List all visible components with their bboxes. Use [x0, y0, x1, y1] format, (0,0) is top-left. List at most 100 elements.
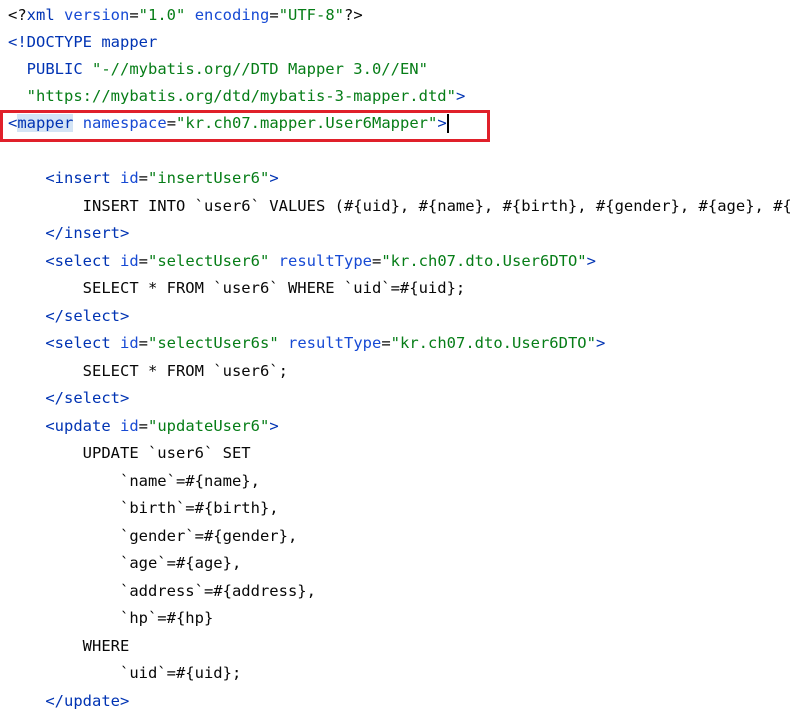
code-line[interactable]: </select>: [8, 303, 129, 330]
code-token: <select: [45, 252, 120, 270]
code-token: =: [138, 252, 148, 270]
code-token: "selectUser6": [148, 252, 270, 270]
code-token: xml: [26, 6, 64, 24]
code-line[interactable]: `hp`=#{hp}: [8, 605, 213, 632]
code-token: >: [595, 334, 606, 352]
code-editor[interactable]: <?xml version="1.0" encoding="UTF-8"?> <!…: [0, 0, 790, 713]
code-token: "insertUser6": [148, 169, 270, 187]
code-token: SELECT * FROM `user6` WHERE `uid`=#{uid}…: [8, 279, 466, 297]
code-token: `name`=#{name},: [8, 472, 260, 490]
code-line[interactable]: </update>: [8, 688, 129, 713]
code-token: >: [455, 87, 466, 105]
code-token: mapper: [17, 114, 74, 132]
code-token: encoding: [194, 6, 270, 24]
code-token: `hp`=#{hp}: [8, 609, 214, 627]
code-token: =: [138, 417, 148, 435]
code-token: WHERE: [8, 637, 130, 655]
code-token: id: [119, 417, 139, 435]
code-token: "updateUser6": [148, 417, 270, 435]
code-token: </select>: [45, 389, 130, 407]
code-token: =: [381, 334, 391, 352]
code-line[interactable]: `age`=#{age},: [8, 550, 241, 577]
code-line[interactable]: SELECT * FROM `user6` WHERE `uid`=#{uid}…: [8, 275, 466, 302]
code-token: </select>: [45, 307, 130, 325]
code-token: "https://mybatis.org/dtd/mybatis-3-mappe…: [26, 87, 456, 105]
code-token: =: [129, 6, 139, 24]
code-token: resultType: [288, 334, 382, 352]
code-token: "selectUser6s": [148, 334, 279, 352]
code-line[interactable]: <mapper namespace="kr.ch07.mapper.User6M…: [8, 110, 449, 137]
code-line[interactable]: UPDATE `user6` SET: [8, 440, 251, 467]
code-line[interactable]: <update id="updateUser6">: [8, 413, 279, 440]
code-token: </update>: [45, 692, 130, 710]
code-token: namespace: [82, 114, 167, 132]
code-token: <!DOCTYPE mapper: [8, 33, 158, 51]
code-token: SELECT * FROM `user6`;: [8, 362, 288, 380]
code-line[interactable]: <?xml version="1.0" encoding="UTF-8"?>: [8, 2, 363, 29]
code-line[interactable]: WHERE: [8, 633, 130, 660]
code-token: version: [64, 6, 130, 24]
code-token: id: [119, 252, 139, 270]
code-line[interactable]: <select id="selectUser6" resultType="kr.…: [8, 248, 596, 275]
code-line[interactable]: `name`=#{name},: [8, 468, 260, 495]
code-token: INSERT INTO `user6` VALUES (#{uid}, #{na…: [82, 197, 790, 215]
code-token: "-//mybatis.org//DTD Mapper 3.0//EN": [92, 60, 428, 78]
code-token: PUBLIC: [8, 60, 92, 78]
code-token: >: [437, 114, 447, 132]
code-line[interactable]: </select>: [8, 385, 129, 412]
text-caret: [446, 114, 449, 133]
code-token: id: [119, 334, 139, 352]
code-line[interactable]: `address`=#{address},: [8, 578, 316, 605]
code-line[interactable]: "https://mybatis.org/dtd/mybatis-3-mappe…: [8, 83, 466, 110]
code-token: `address`=#{address},: [8, 582, 316, 600]
code-line[interactable]: `uid`=#{uid};: [8, 660, 241, 687]
code-token: <update: [45, 417, 120, 435]
code-token: `birth`=#{birth},: [8, 499, 279, 517]
code-line[interactable]: INSERT INTO `user6` VALUES (#{uid}, #{na…: [8, 193, 790, 220]
code-token: "kr.ch07.dto.User6DTO": [390, 334, 596, 352]
code-token: "kr.ch07.mapper.User6Mapper": [176, 114, 438, 132]
code-token: =: [166, 114, 177, 132]
code-token: </insert>: [45, 224, 130, 242]
code-token: "1.0": [138, 6, 186, 24]
code-token: =: [138, 334, 148, 352]
code-token: >: [269, 417, 279, 435]
code-token: ?>: [344, 6, 363, 24]
code-token: `age`=#{age},: [8, 554, 242, 572]
code-token: UPDATE `user6` SET: [8, 444, 251, 462]
code-line[interactable]: </insert>: [8, 220, 129, 247]
code-line[interactable]: <!DOCTYPE mapper: [8, 29, 157, 56]
code-line[interactable]: <insert id="insertUser6">: [8, 165, 279, 192]
code-token: `gender`=#{gender},: [8, 527, 298, 545]
code-token: >: [586, 252, 596, 270]
code-line[interactable]: `gender`=#{gender},: [8, 523, 297, 550]
code-token: =: [269, 6, 279, 24]
code-token: "kr.ch07.dto.User6DTO": [381, 252, 587, 270]
code-token: id: [119, 169, 139, 187]
code-token: resultType: [278, 252, 372, 270]
code-token: >: [269, 169, 279, 187]
code-token: <: [8, 114, 18, 132]
code-token: <insert: [45, 169, 120, 187]
code-token: =: [138, 169, 148, 187]
code-token: =: [372, 252, 382, 270]
code-line[interactable]: SELECT * FROM `user6`;: [8, 358, 288, 385]
code-token: <?: [8, 6, 27, 24]
code-token: "UTF-8": [278, 6, 345, 24]
code-line[interactable]: `birth`=#{birth},: [8, 495, 279, 522]
code-token: <select: [45, 334, 120, 352]
code-line[interactable]: PUBLIC "-//mybatis.org//DTD Mapper 3.0//…: [8, 56, 428, 83]
code-line[interactable]: <select id="selectUser6s" resultType="kr…: [8, 330, 605, 357]
